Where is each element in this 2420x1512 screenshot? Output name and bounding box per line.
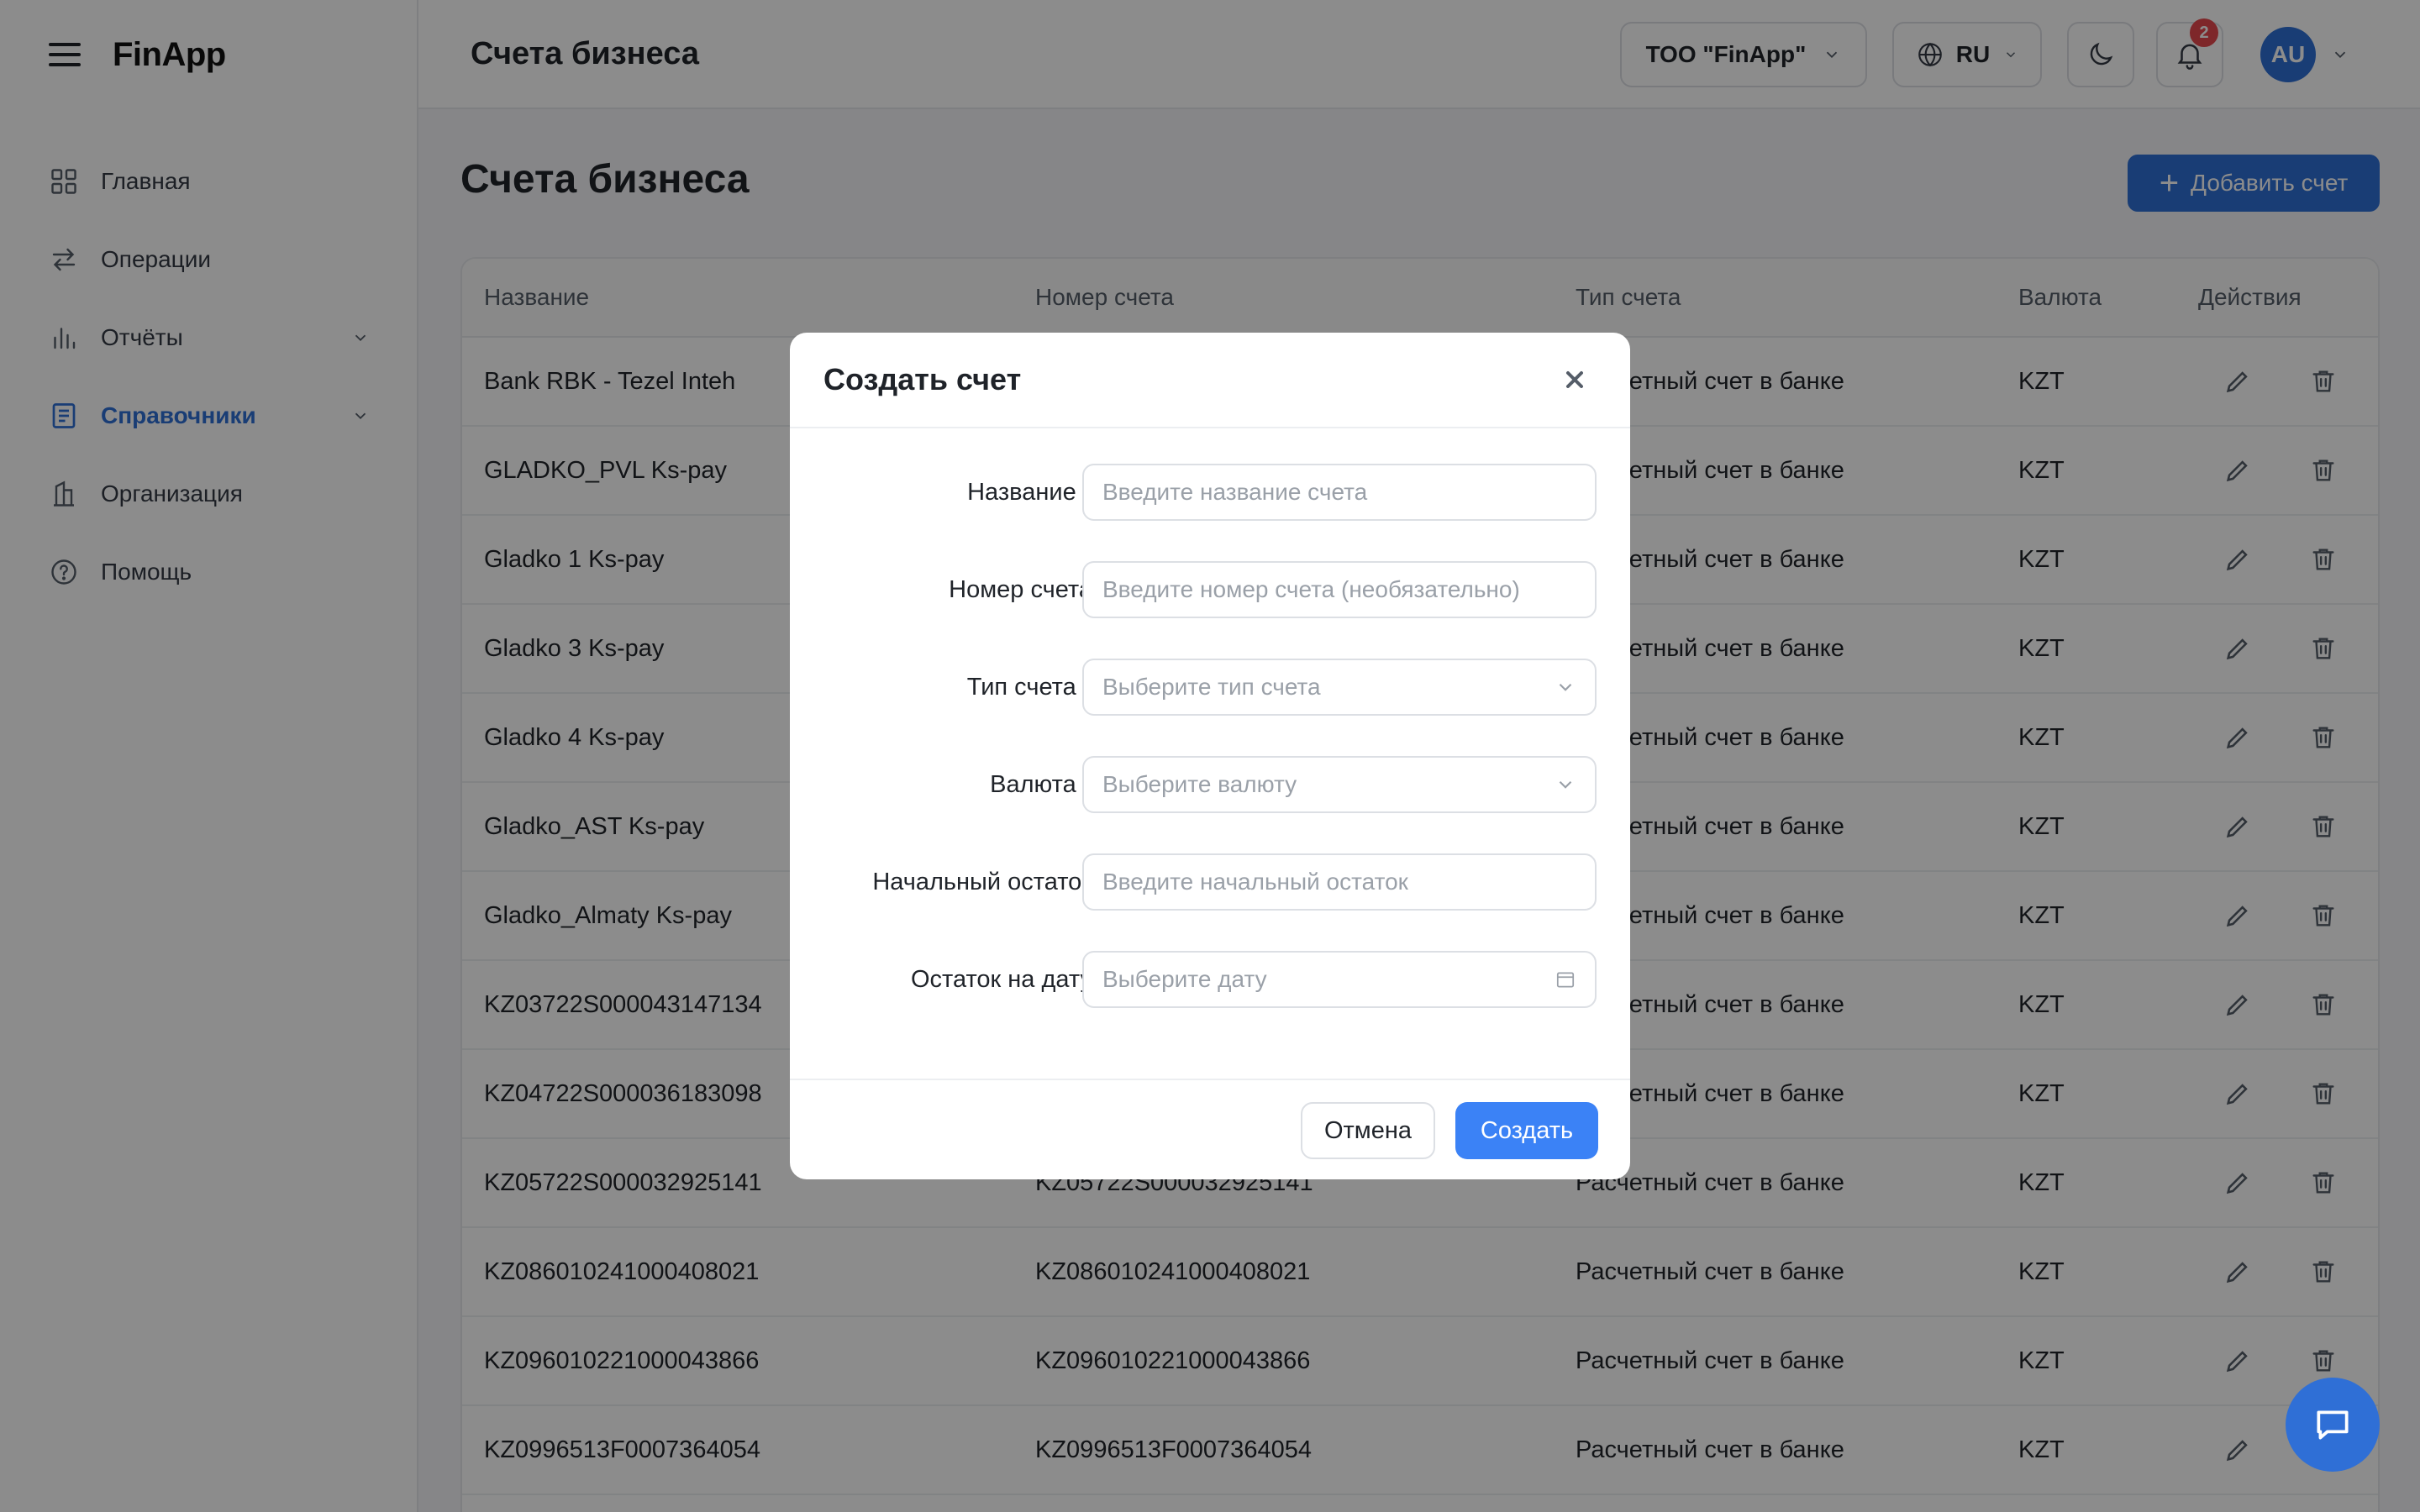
create-account-modal: Создать счет Название* Номер счета Тип с… xyxy=(790,333,1630,1179)
form-row-opening-balance: Начальный остаток xyxy=(790,853,1630,911)
chevron-down-icon xyxy=(1559,780,1572,789)
account-name-input[interactable] xyxy=(1082,464,1597,521)
form-row-currency: Валюта* Выберите валюту xyxy=(790,756,1630,813)
account-type-select[interactable]: Выберите тип счета xyxy=(1082,659,1597,716)
date-placeholder: Выберите дату xyxy=(1102,966,1267,992)
field-label: Номер счета xyxy=(949,575,1092,603)
account-number-input[interactable] xyxy=(1082,561,1597,618)
field-label: Название* xyxy=(967,464,1092,521)
modal-body: Название* Номер счета Тип счета* Выберит… xyxy=(790,428,1630,1079)
form-row-type: Тип счета* Выберите тип счета xyxy=(790,659,1630,716)
opening-balance-input[interactable] xyxy=(1082,853,1597,911)
balance-date-picker[interactable]: Выберите дату xyxy=(1082,951,1597,1008)
chat-icon xyxy=(2317,1410,2349,1440)
select-placeholder: Выберите валюту xyxy=(1102,771,1297,797)
modal-footer: Отмена Создать xyxy=(790,1079,1630,1179)
chevron-down-icon xyxy=(1559,683,1572,691)
calendar-icon xyxy=(1556,972,1575,988)
select-placeholder: Выберите тип счета xyxy=(1102,674,1321,700)
chat-button[interactable] xyxy=(2286,1378,2380,1472)
close-icon[interactable] xyxy=(1561,366,1588,393)
field-label: Начальный остаток xyxy=(872,868,1092,895)
create-button[interactable]: Создать xyxy=(1455,1102,1598,1159)
field-label: Тип счета* xyxy=(967,659,1092,716)
currency-select[interactable]: Выберите валюту xyxy=(1082,756,1597,813)
form-row-name: Название* xyxy=(790,464,1630,521)
field-label: Валюта* xyxy=(990,756,1092,813)
field-label: Остаток на дату xyxy=(910,965,1092,993)
modal-header: Создать счет xyxy=(790,333,1630,428)
form-row-balance-date: Остаток на дату Выберите дату xyxy=(790,951,1630,1008)
form-row-number: Номер счета xyxy=(790,561,1630,618)
modal-title: Создать счет xyxy=(823,362,1022,396)
cancel-button[interactable]: Отмена xyxy=(1301,1102,1435,1159)
